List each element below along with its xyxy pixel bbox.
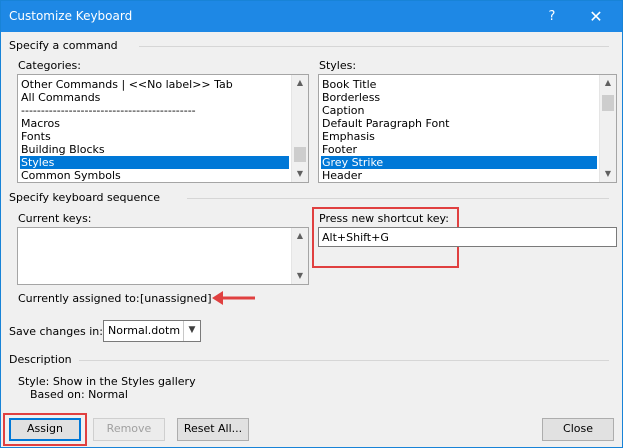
new-shortcut-input[interactable]: Alt+Shift+G — [318, 227, 617, 247]
chevron-down-icon[interactable]: ▼ — [183, 321, 200, 341]
scroll-up-icon[interactable]: ▲ — [292, 229, 308, 243]
list-item-selected[interactable]: Grey Strike — [321, 156, 597, 169]
scroll-thumb[interactable] — [602, 95, 614, 111]
annotation-arrow-icon — [212, 291, 255, 305]
list-item[interactable]: Fonts — [20, 130, 289, 143]
list-item-selected[interactable]: Styles — [20, 156, 289, 169]
dialog-title: Customize Keyboard — [9, 9, 133, 23]
description-line: Based on: Normal — [30, 388, 128, 401]
categories-label: Categories: — [18, 59, 81, 72]
remove-button[interactable]: Remove — [93, 418, 165, 441]
list-item[interactable]: Footer — [321, 143, 597, 156]
list-item[interactable]: Macros — [20, 117, 289, 130]
save-changes-value: Normal.dotm — [108, 324, 181, 337]
list-item[interactable]: Default Paragraph Font — [321, 117, 597, 130]
current-keys-listbox[interactable]: ▲ ▼ — [17, 227, 309, 285]
styles-scrollbar[interactable]: ▲ ▼ — [599, 75, 616, 182]
close-button[interactable]: Close — [542, 418, 614, 441]
list-item[interactable]: All Commands — [20, 91, 289, 104]
specify-command-header: Specify a command — [9, 39, 118, 52]
categories-scrollbar[interactable]: ▲ ▼ — [291, 75, 308, 182]
new-shortcut-value: Alt+Shift+G — [322, 231, 389, 244]
styles-label: Styles: — [319, 59, 357, 72]
group-divider — [187, 198, 609, 199]
press-new-shortcut-label: Press new shortcut key: — [319, 212, 449, 225]
save-changes-label: Save changes in: — [9, 325, 103, 338]
help-button[interactable]: ? — [537, 1, 567, 32]
currently-assigned-value: [unassigned] — [140, 292, 212, 305]
list-item[interactable]: Emphasis — [321, 130, 597, 143]
scroll-down-icon[interactable]: ▼ — [600, 167, 616, 181]
list-item[interactable]: Caption — [321, 104, 597, 117]
close-window-button[interactable]: ✕ — [571, 1, 621, 32]
current-keys-label: Current keys: — [18, 212, 92, 225]
list-item[interactable]: Common Symbols — [20, 169, 289, 182]
list-item[interactable]: Borderless — [321, 91, 597, 104]
group-divider — [79, 360, 609, 361]
list-item[interactable]: Book Title — [321, 78, 597, 91]
description-line: Style: Show in the Styles gallery — [18, 375, 196, 388]
styles-listbox[interactable]: Book Title Borderless Caption Default Pa… — [318, 74, 617, 183]
scroll-up-icon[interactable]: ▲ — [600, 76, 616, 90]
current-keys-scrollbar[interactable]: ▲ ▼ — [291, 228, 308, 284]
list-item[interactable]: Building Blocks — [20, 143, 289, 156]
currently-assigned-label: Currently assigned to: — [18, 292, 140, 305]
save-changes-select[interactable]: Normal.dotm ▼ — [103, 320, 201, 342]
scroll-up-icon[interactable]: ▲ — [292, 76, 308, 90]
keyboard-sequence-header: Specify keyboard sequence — [9, 191, 161, 204]
scroll-down-icon[interactable]: ▼ — [292, 167, 308, 181]
reset-all-button[interactable]: Reset All... — [177, 418, 249, 441]
categories-listbox[interactable]: Other Commands | <<No label>> Tab All Co… — [17, 74, 309, 183]
list-item[interactable]: Other Commands | <<No label>> Tab — [20, 78, 289, 91]
assign-button[interactable]: Assign — [9, 418, 81, 441]
list-item[interactable]: ----------------------------------------… — [20, 104, 289, 117]
scroll-down-icon[interactable]: ▼ — [292, 269, 308, 283]
title-bar: Customize Keyboard ? ✕ — [1, 1, 622, 32]
scroll-thumb[interactable] — [294, 147, 306, 162]
group-divider — [139, 46, 609, 47]
customize-keyboard-dialog: Customize Keyboard ? ✕ Specify a command… — [0, 0, 623, 448]
list-item[interactable]: Header — [321, 169, 597, 182]
description-header: Description — [9, 353, 72, 366]
